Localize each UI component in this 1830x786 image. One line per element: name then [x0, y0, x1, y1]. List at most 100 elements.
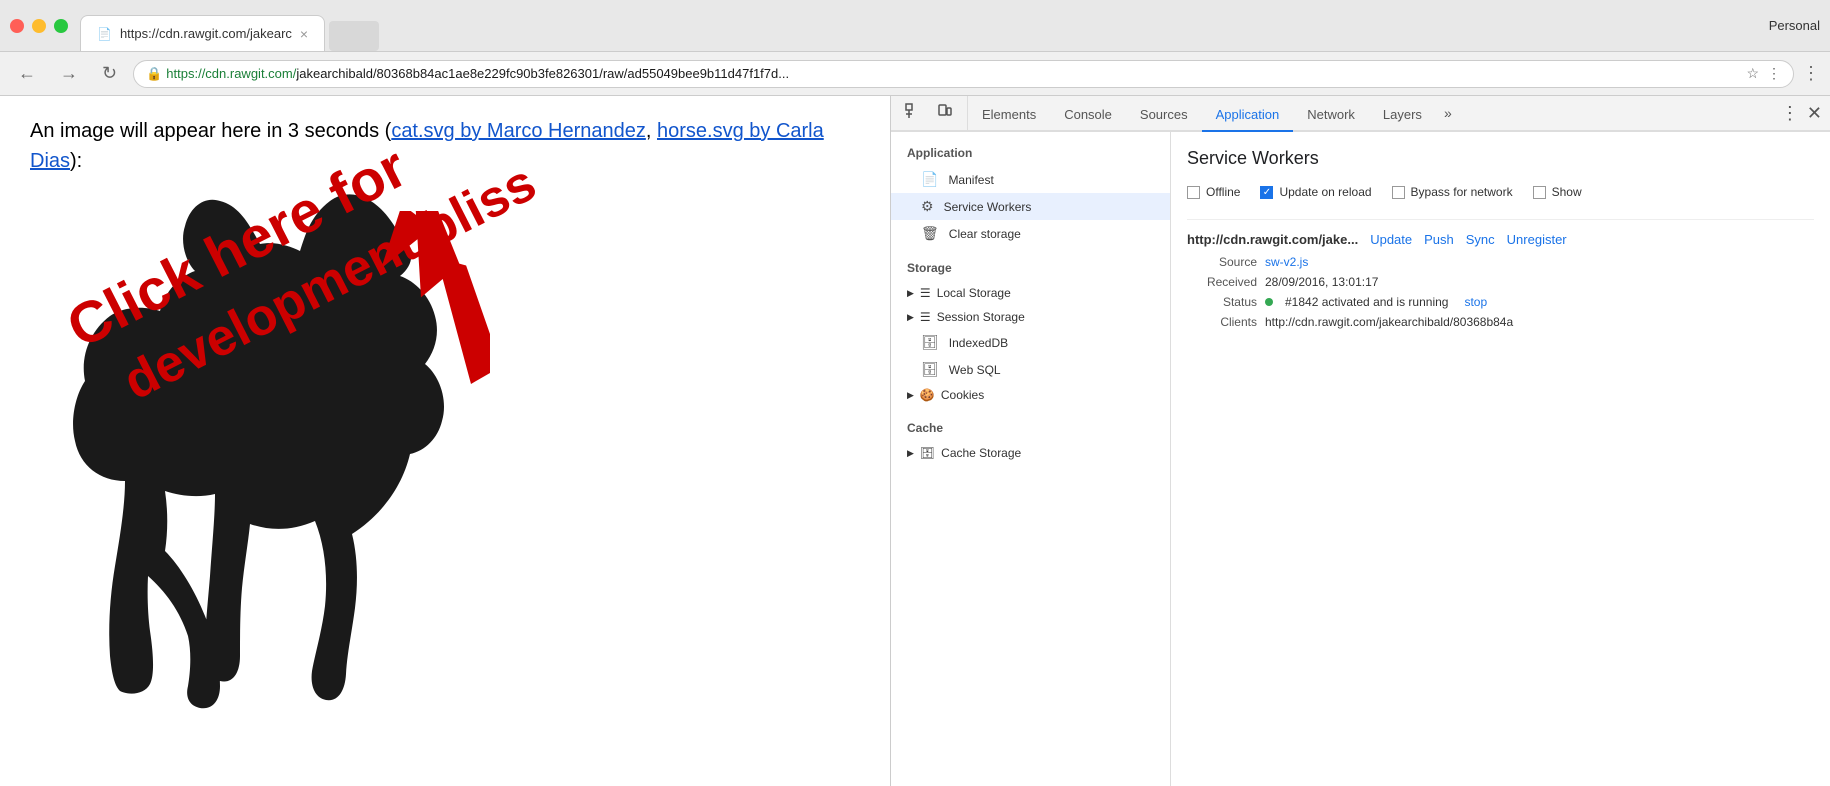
offline-control: Offline — [1187, 185, 1240, 199]
text-after: ): — [70, 150, 82, 172]
devtools-panel: Elements Console Sources Application Net… — [890, 96, 1830, 786]
sidebar-item-local-storage[interactable]: ▶ ☰ Local Storage — [891, 281, 1170, 305]
devtools-body: Application 📄 Manifest ⚙ Service Workers… — [891, 132, 1830, 786]
tab-sources[interactable]: Sources — [1126, 98, 1202, 132]
tab-close-button[interactable]: × — [300, 26, 308, 42]
active-tab[interactable]: 📄 https://cdn.rawgit.com/jakearc × — [80, 15, 325, 51]
show-label: Show — [1552, 185, 1582, 199]
customize-icon[interactable]: ⋮ — [1767, 65, 1781, 82]
address-bar[interactable]: 🔒 https://cdn.rawgit.com/jakearchibald/8… — [133, 60, 1794, 88]
browser-menu-button[interactable]: ⋮ — [1802, 63, 1820, 84]
cache-section-label: Cache — [891, 415, 1170, 441]
title-bar: 📄 https://cdn.rawgit.com/jakearc × Perso… — [0, 0, 1830, 52]
offline-label: Offline — [1206, 185, 1240, 199]
update-on-reload-checkbox[interactable]: ✓ — [1260, 186, 1273, 199]
update-on-reload-label: Update on reload — [1279, 185, 1371, 199]
web-sql-label: Web SQL — [949, 363, 1001, 377]
sidebar-item-cache-storage[interactable]: ▶ 🗄 Cache Storage — [891, 441, 1170, 465]
tab-application[interactable]: Application — [1202, 98, 1294, 132]
cookies-label: Cookies — [941, 388, 984, 402]
sw-url-text: http://cdn.rawgit.com/jake... — [1187, 232, 1358, 247]
url-green-part: https://cdn.rawgit.com/ — [166, 66, 296, 81]
sw-source-file[interactable]: sw-v2.js — [1265, 255, 1308, 269]
sidebar-item-manifest[interactable]: 📄 Manifest — [891, 166, 1170, 193]
sw-unregister-link[interactable]: Unregister — [1507, 232, 1567, 247]
tab-layers[interactable]: Layers — [1369, 98, 1436, 132]
maximize-button[interactable] — [54, 19, 68, 33]
arrow-indicator — [310, 211, 490, 436]
tab-console[interactable]: Console — [1050, 98, 1126, 132]
page-intro-text: An image will appear here in 3 seconds (… — [30, 116, 860, 176]
devtools-close-button[interactable]: ✕ — [1807, 103, 1822, 124]
bookmark-icon[interactable]: ☆ — [1746, 65, 1759, 82]
tab-page-icon: 📄 — [97, 27, 112, 41]
bypass-network-checkbox[interactable] — [1392, 186, 1405, 199]
traffic-lights — [10, 19, 68, 33]
sidebar-item-web-sql[interactable]: 🗄 Web SQL — [891, 356, 1170, 383]
sw-stop-link[interactable]: stop — [1464, 295, 1487, 309]
cache-storage-label: Cache Storage — [941, 446, 1021, 460]
offline-checkbox[interactable] — [1187, 186, 1200, 199]
manifest-icon: 📄 — [921, 171, 938, 188]
minimize-button[interactable] — [32, 19, 46, 33]
sw-push-link[interactable]: Push — [1424, 232, 1454, 247]
sw-source-row: Source sw-v2.js — [1187, 255, 1814, 269]
device-toolbar-button[interactable] — [931, 99, 959, 128]
link-sep: , — [646, 120, 657, 142]
tab-network[interactable]: Network — [1293, 98, 1369, 132]
devtools-tabs: Elements Console Sources Application Net… — [968, 96, 1773, 130]
local-storage-label: Local Storage — [937, 286, 1011, 300]
expand-icon: ▶ — [907, 312, 914, 323]
sidebar-item-indexeddb[interactable]: 🗄 IndexedDB — [891, 329, 1170, 356]
sw-status-row: Status #1842 activated and is running st… — [1187, 295, 1814, 309]
manifest-label: Manifest — [948, 173, 993, 187]
devtools-right-controls: ⋮ ✕ — [1773, 103, 1830, 124]
sw-update-link[interactable]: Update — [1370, 232, 1412, 247]
service-workers-icon: ⚙ — [921, 198, 934, 215]
new-tab-button[interactable] — [329, 21, 379, 51]
sw-sync-link[interactable]: Sync — [1466, 232, 1495, 247]
nav-bar: ← → ↻ 🔒 https://cdn.rawgit.com/jakearchi… — [0, 52, 1830, 96]
devtools-menu-button[interactable]: ⋮ — [1781, 103, 1799, 124]
session-storage-label: Session Storage — [937, 310, 1025, 324]
service-workers-label: Service Workers — [944, 200, 1032, 214]
clients-label: Clients — [1187, 315, 1257, 329]
more-tabs-button[interactable]: » — [1436, 96, 1460, 130]
cookies-icon: 🍪 — [920, 388, 935, 402]
status-label: Status — [1187, 295, 1257, 309]
tab-area: 📄 https://cdn.rawgit.com/jakearc × — [80, 0, 1769, 51]
indexeddb-icon: 🗄 — [921, 334, 939, 351]
cache-storage-icon: 🗄 — [920, 446, 935, 460]
sw-entry: http://cdn.rawgit.com/jake... Update Pus… — [1187, 219, 1814, 341]
back-button[interactable]: ← — [10, 59, 44, 88]
address-url: https://cdn.rawgit.com/jakearchibald/803… — [166, 66, 789, 81]
sidebar-item-cookies[interactable]: ▶ 🍪 Cookies — [891, 383, 1170, 407]
received-value: 28/09/2016, 13:01:17 — [1265, 275, 1378, 289]
refresh-button[interactable]: ↻ — [94, 59, 125, 88]
devtools-toolbar: Elements Console Sources Application Net… — [891, 96, 1830, 132]
sidebar-item-service-workers[interactable]: ⚙ Service Workers — [891, 193, 1170, 220]
show-control: Show — [1533, 185, 1582, 199]
status-text: #1842 activated and is running — [1285, 295, 1448, 309]
page-content: An image will appear here in 3 seconds (… — [0, 96, 890, 786]
clear-storage-label: Clear storage — [949, 227, 1021, 241]
expand-icon: ▶ — [907, 390, 914, 401]
forward-button[interactable]: → — [52, 59, 86, 88]
tab-elements[interactable]: Elements — [968, 98, 1050, 132]
update-on-reload-control: ✓ Update on reload — [1260, 185, 1371, 199]
close-button[interactable] — [10, 19, 24, 33]
sidebar-item-clear-storage[interactable]: 🗑 Clear storage — [891, 220, 1170, 247]
show-checkbox[interactable] — [1533, 186, 1546, 199]
web-sql-icon: 🗄 — [921, 361, 939, 378]
profile-label: Personal — [1769, 18, 1820, 33]
sw-url-row: http://cdn.rawgit.com/jake... Update Pus… — [1187, 232, 1814, 247]
sidebar-item-session-storage[interactable]: ▶ ☰ Session Storage — [891, 305, 1170, 329]
address-right-icons: ☆ ⋮ — [1746, 65, 1781, 82]
cat-link[interactable]: cat.svg by Marco Hernandez — [391, 120, 646, 142]
expand-icon: ▶ — [907, 448, 914, 459]
url-rest: jakearchibald/80368b84ac1ae8e229fc90b3fe… — [296, 66, 789, 81]
inspect-element-button[interactable] — [899, 99, 927, 128]
tab-url-text: https://cdn.rawgit.com/jakearc — [120, 26, 292, 41]
local-storage-icon: ☰ — [920, 286, 931, 300]
session-storage-icon: ☰ — [920, 310, 931, 324]
